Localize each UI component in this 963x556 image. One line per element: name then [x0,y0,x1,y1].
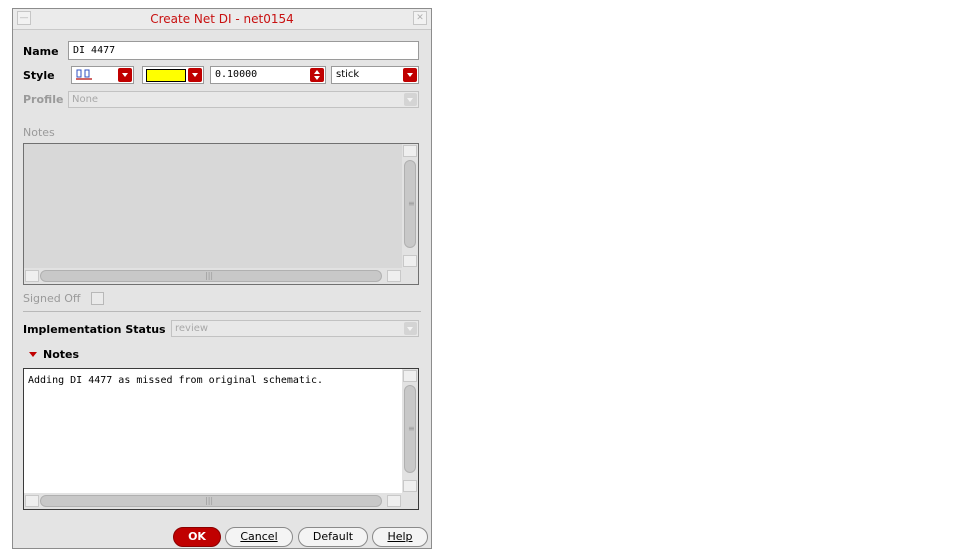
color-select[interactable] [142,66,204,84]
scroll-left-icon[interactable] [25,495,39,507]
style-label: Style [23,69,55,82]
scroll-up-icon[interactable] [403,370,417,382]
line-pattern-select[interactable] [71,66,134,84]
notes-text: Adding DI 4477 as missed from original s… [28,375,324,386]
scroll-right-icon[interactable] [387,495,401,507]
render-mode-dropdown-icon[interactable] [403,68,417,82]
profile-value: None [72,94,99,105]
close-icon[interactable]: ✕ [413,11,427,25]
scroll-corner [402,268,418,284]
color-swatch [146,69,186,82]
width-stepper-icon[interactable] [310,68,324,82]
divider [23,311,421,312]
implementation-status-label: Implementation Status [23,323,166,336]
signed-off-label: Signed Off [23,292,81,305]
scroll-up-icon [403,145,417,157]
profile-select: None [68,91,419,108]
horizontal-scroll-thumb: ||| [40,270,382,282]
implementation-status-dropdown-icon [404,322,417,335]
notes-section-label: Notes [43,348,80,361]
vertical-scroll-thumb: ≡ [404,160,416,248]
profile-dropdown-icon [404,93,417,106]
scroll-corner [402,493,418,509]
color-dropdown-icon[interactable] [188,68,202,82]
title-bar[interactable]: — Create Net DI - net0154 ✕ [13,9,431,30]
default-button[interactable]: Default [298,527,368,547]
notes-section-horizontal-scrollbar[interactable]: ||| [24,493,402,509]
cancel-button[interactable]: Cancel [225,527,293,547]
profile-label: Profile [23,93,64,106]
signed-off-checkbox [91,292,104,305]
name-input[interactable]: DI 4477 [68,41,419,60]
width-value: 0.10000 [215,69,258,80]
name-label: Name [23,45,59,58]
scroll-right-icon [387,270,401,282]
vertical-scroll-thumb[interactable]: ≡ [404,385,416,473]
help-button[interactable]: Help [372,527,428,547]
horizontal-scroll-thumb[interactable]: ||| [40,495,382,507]
scroll-down-icon[interactable] [403,480,417,492]
ok-button[interactable]: OK [173,527,221,547]
window-title: Create Net DI - net0154 [150,12,294,26]
create-net-di-dialog: — Create Net DI - net0154 ✕ Name DI 4477… [12,8,432,549]
triangle-down-icon [29,352,37,357]
implementation-status-value: review [175,323,209,334]
scroll-down-icon [403,255,417,267]
notes-textarea-disabled: ≡ ||| [23,143,419,285]
implementation-status-select: review [171,320,419,337]
line-pattern-dropdown-icon[interactable] [118,68,132,82]
notes-vertical-scrollbar: ≡ [402,144,418,268]
notes-label: Notes [23,126,55,139]
notes-textarea[interactable]: Adding DI 4477 as missed from original s… [23,368,419,510]
help-button-label: Help [387,530,413,543]
cancel-button-label: Cancel [240,530,278,543]
notes-section-vertical-scrollbar[interactable]: ≡ [402,369,418,493]
scroll-left-icon [25,270,39,282]
notes-horizontal-scrollbar: ||| [24,268,402,284]
line-pattern-icon [76,69,92,80]
render-mode-value: stick [336,69,360,80]
render-mode-select[interactable]: stick [331,66,419,84]
width-spinbox[interactable]: 0.10000 [210,66,326,84]
